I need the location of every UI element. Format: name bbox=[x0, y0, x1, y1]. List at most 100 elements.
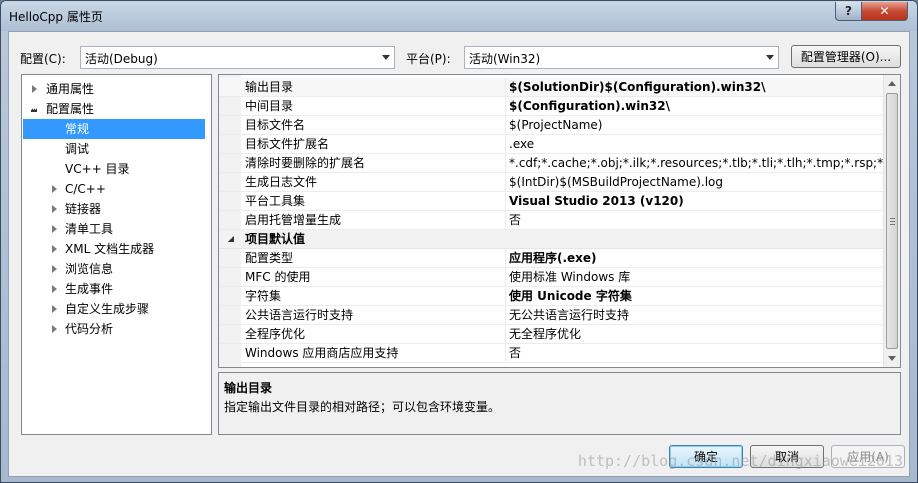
property-name: 公共语言运行时支持 bbox=[245, 308, 354, 322]
property-row[interactable]: 生成日志文件 $(IntDir)$(MSBuildProjectName).lo… bbox=[219, 173, 884, 192]
column-divider bbox=[505, 135, 506, 154]
tree-item-vc-directories[interactable]: VC++ 目录 bbox=[22, 159, 211, 179]
property-value[interactable]: .exe bbox=[509, 135, 884, 153]
tree-item-manifest-tool[interactable]: 清单工具 bbox=[22, 219, 211, 239]
property-value[interactable]: 否 bbox=[509, 211, 884, 229]
property-value[interactable]: $(IntDir)$(MSBuildProjectName).log bbox=[509, 173, 884, 191]
scroll-down-icon[interactable] bbox=[888, 356, 896, 361]
property-name: 字符集 bbox=[245, 289, 282, 303]
property-name: 启用托管增量生成 bbox=[245, 213, 342, 227]
expand-icon[interactable] bbox=[52, 305, 57, 313]
expand-icon[interactable] bbox=[52, 185, 57, 193]
grip-icon bbox=[890, 218, 895, 225]
tree-item-general-props[interactable]: 通用属性 bbox=[22, 79, 211, 99]
property-value[interactable]: $(Configuration).win32\ bbox=[509, 97, 884, 115]
property-row[interactable]: 平台工具集 Visual Studio 2013 (v120) bbox=[219, 192, 884, 211]
property-grid: 输出目录 $(SolutionDir)$(Configuration).win3… bbox=[218, 74, 901, 368]
collapse-icon[interactable] bbox=[31, 106, 37, 112]
config-label: 配置(C): bbox=[20, 52, 66, 66]
platform-label: 平台(P): bbox=[406, 52, 451, 66]
property-row[interactable]: 全程序优化 无全程序优化 bbox=[219, 325, 884, 344]
column-divider bbox=[505, 325, 506, 344]
description-text: 指定输出文件目录的相对路径；可以包含环境变量。 bbox=[224, 400, 501, 414]
property-value[interactable]: 应用程序(.exe) bbox=[509, 249, 884, 267]
tree-item-cpp[interactable]: C/C++ bbox=[22, 179, 211, 199]
property-value[interactable]: 使用 Unicode 字符集 bbox=[509, 287, 884, 305]
tree-item-config-props[interactable]: 配置属性 bbox=[22, 99, 211, 119]
description-panel: 输出目录 指定输出文件目录的相对路径；可以包含环境变量。 bbox=[218, 372, 901, 435]
property-value[interactable]: $(ProjectName) bbox=[509, 116, 884, 134]
property-row[interactable]: 公共语言运行时支持 无公共语言运行时支持 bbox=[219, 306, 884, 325]
column-divider bbox=[505, 173, 506, 192]
expand-icon[interactable] bbox=[52, 205, 57, 213]
tree-item-browse-info[interactable]: 浏览信息 bbox=[22, 259, 211, 279]
column-divider bbox=[505, 268, 506, 287]
tree-item-label: 清单工具 bbox=[65, 222, 114, 236]
property-row[interactable]: 字符集 使用 Unicode 字符集 bbox=[219, 287, 884, 306]
expand-icon[interactable] bbox=[52, 285, 57, 293]
property-value[interactable]: 使用标准 Windows 库 bbox=[509, 268, 884, 286]
property-name: 配置类型 bbox=[245, 251, 294, 265]
column-divider bbox=[505, 211, 506, 230]
scroll-up-icon[interactable] bbox=[888, 81, 896, 86]
property-value[interactable]: *.cdf;*.cache;*.obj;*.ilk;*.resources;*.… bbox=[509, 154, 884, 172]
property-name: MFC 的使用 bbox=[245, 270, 311, 284]
property-row[interactable]: MFC 的使用 使用标准 Windows 库 bbox=[219, 268, 884, 287]
grid-scrollbar[interactable] bbox=[883, 75, 900, 367]
platform-dropdown[interactable]: 活动(Win32) bbox=[464, 46, 779, 69]
scroll-thumb[interactable] bbox=[886, 93, 898, 349]
expand-icon[interactable] bbox=[52, 325, 57, 333]
tree-item-label: 通用属性 bbox=[46, 82, 95, 96]
property-row[interactable]: 目标文件扩展名 .exe bbox=[219, 135, 884, 154]
tree-item-build-events[interactable]: 生成事件 bbox=[22, 279, 211, 299]
property-name: 生成日志文件 bbox=[245, 175, 318, 189]
property-row[interactable]: 配置类型 应用程序(.exe) bbox=[219, 249, 884, 268]
tree-item-code-analysis[interactable]: 代码分析 bbox=[22, 319, 211, 339]
property-row[interactable]: 启用托管增量生成 否 bbox=[219, 211, 884, 230]
property-row[interactable]: 输出目录 $(SolutionDir)$(Configuration).win3… bbox=[219, 78, 884, 97]
column-divider bbox=[505, 249, 506, 268]
column-divider bbox=[505, 306, 506, 325]
property-value[interactable]: 否 bbox=[509, 344, 884, 362]
tree-item-linker[interactable]: 链接器 bbox=[22, 199, 211, 219]
collapse-icon[interactable] bbox=[228, 236, 234, 242]
column-divider bbox=[505, 78, 506, 97]
expand-icon[interactable] bbox=[32, 85, 37, 93]
category-project-defaults[interactable]: 项目默认值 bbox=[219, 230, 884, 249]
property-name: 中间目录 bbox=[245, 99, 294, 113]
property-value[interactable]: $(SolutionDir)$(Configuration).win32\ bbox=[509, 78, 884, 96]
property-row[interactable]: 目标文件名 $(ProjectName) bbox=[219, 116, 884, 135]
property-name: 输出目录 bbox=[245, 80, 294, 94]
property-value[interactable]: 无全程序优化 bbox=[509, 325, 884, 343]
expand-icon[interactable] bbox=[52, 225, 57, 233]
property-name: Windows 应用商店应用支持 bbox=[245, 346, 399, 360]
tree-item-xml-doc[interactable]: XML 文档生成器 bbox=[22, 239, 211, 259]
tree-item-general[interactable]: 常规 bbox=[23, 119, 205, 139]
tree-item-label: VC++ 目录 bbox=[65, 162, 130, 176]
property-row[interactable]: 中间目录 $(Configuration).win32\ bbox=[219, 97, 884, 116]
column-divider bbox=[505, 154, 506, 173]
tree-item-label: 浏览信息 bbox=[65, 262, 114, 276]
dialog-client: 配置(C): 活动(Debug) 平台(P): 活动(Win32) 配置管理器(… bbox=[8, 31, 910, 477]
property-value[interactable]: Visual Studio 2013 (v120) bbox=[509, 192, 884, 210]
property-row[interactable]: Windows 应用商店应用支持 否 bbox=[219, 344, 884, 363]
property-value[interactable]: 无公共语言运行时支持 bbox=[509, 306, 884, 324]
title-bar[interactable]: HelloCpp 属性页 ? ✕ bbox=[1, 1, 917, 31]
config-dropdown[interactable]: 活动(Debug) bbox=[80, 46, 395, 69]
tree-item-custom-build[interactable]: 自定义生成步骤 bbox=[22, 299, 211, 319]
close-button[interactable]: ✕ bbox=[861, 2, 908, 21]
tree-item-debugging[interactable]: 调试 bbox=[22, 139, 211, 159]
expand-icon[interactable] bbox=[52, 265, 57, 273]
tree-item-label: C/C++ bbox=[65, 182, 106, 196]
watermark: http://blog.csdn.net/dingxiaowei2013 bbox=[577, 452, 903, 470]
config-manager-button[interactable]: 配置管理器(O)... bbox=[791, 45, 901, 68]
platform-value: 活动(Win32) bbox=[469, 52, 541, 66]
column-divider bbox=[505, 116, 506, 135]
expand-icon[interactable] bbox=[52, 245, 57, 253]
column-divider bbox=[505, 97, 506, 116]
tree-item-label: 自定义生成步骤 bbox=[65, 302, 150, 316]
close-icon: ✕ bbox=[879, 4, 890, 18]
property-row[interactable]: 清除时要删除的扩展名 *.cdf;*.cache;*.obj;*.ilk;*.r… bbox=[219, 154, 884, 173]
property-name: 平台工具集 bbox=[245, 194, 306, 208]
help-button[interactable]: ? bbox=[835, 2, 862, 21]
